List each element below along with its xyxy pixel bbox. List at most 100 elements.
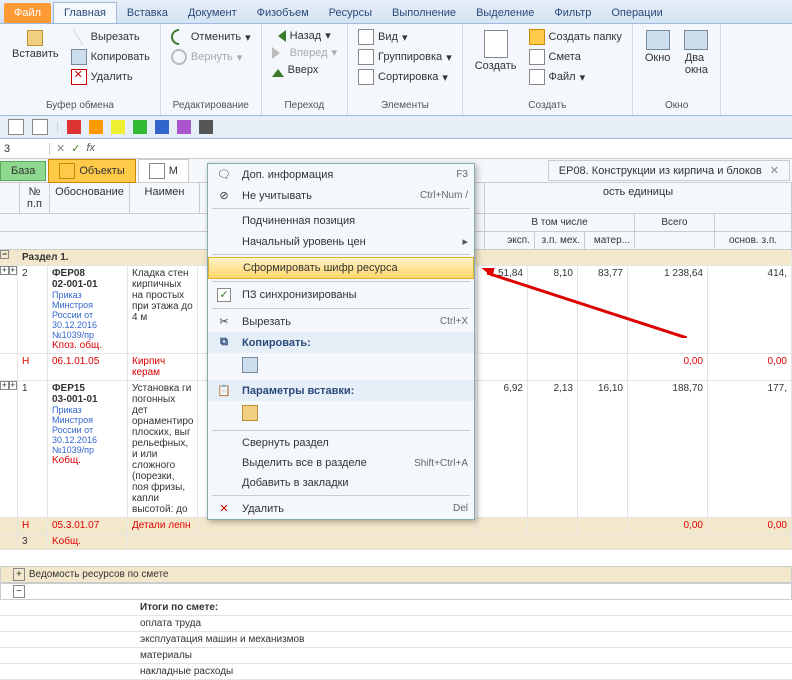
- file-icon: [529, 69, 545, 85]
- cancel-icon[interactable]: ✕: [56, 142, 65, 155]
- menu-select-all[interactable]: Выделить все в разделеShift+Ctrl+A: [208, 453, 474, 473]
- expand-icon[interactable]: +: [0, 381, 9, 390]
- col-name: Наимен: [130, 183, 200, 213]
- create-button[interactable]: Создать: [471, 28, 521, 86]
- folder-icon: [59, 163, 75, 179]
- fx-icon[interactable]: fx: [86, 142, 95, 155]
- menu-filter[interactable]: Фильтр: [544, 3, 601, 23]
- tab-base[interactable]: База: [0, 161, 46, 181]
- forward-button[interactable]: Вперед ▾: [270, 45, 339, 60]
- flag-orange[interactable]: [89, 120, 103, 134]
- flag-blue[interactable]: [155, 120, 169, 134]
- expand-icon[interactable]: +: [9, 381, 18, 390]
- menu-form-cipher[interactable]: Сформировать шифр ресурса: [208, 257, 474, 279]
- close-icon[interactable]: ✕: [770, 164, 779, 177]
- expand-icon[interactable]: +: [0, 266, 9, 275]
- menu-delete[interactable]: ✕УдалитьDel: [208, 498, 474, 519]
- menu-copy-header: ⧉Копировать:: [208, 332, 474, 353]
- group-icon: [358, 49, 374, 65]
- menu-main[interactable]: Главная: [53, 2, 117, 23]
- group-label: Создать: [471, 98, 624, 111]
- menu-phys[interactable]: Физобъем: [247, 3, 319, 23]
- summary-row: эксплуатация машин и механизмов: [0, 632, 792, 648]
- redo-button[interactable]: Вернуть ▾: [169, 48, 253, 66]
- tab-m[interactable]: М: [138, 159, 189, 183]
- expand-icon[interactable]: +: [9, 266, 18, 275]
- qat-icon[interactable]: [8, 119, 24, 135]
- menu-collapse[interactable]: Свернуть раздел: [208, 433, 474, 453]
- menu-info[interactable]: 🗨Доп. информацияF3: [208, 164, 474, 185]
- menu-sel[interactable]: Выделение: [466, 3, 544, 23]
- tab-objects[interactable]: Объекты: [48, 159, 135, 183]
- table-row[interactable]: Н 05.3.01.07 Детали лепн 0,00 0,00: [0, 518, 792, 534]
- up-icon: [272, 63, 284, 77]
- accept-icon[interactable]: ✓: [71, 142, 80, 155]
- menu-res[interactable]: Ресурсы: [319, 3, 382, 23]
- menu-file[interactable]: Файл: [4, 3, 51, 23]
- delete-button[interactable]: Удалить: [69, 68, 152, 86]
- delete-icon: ✕: [214, 502, 234, 515]
- menu-paste-params: 📋Параметры вставки:: [208, 380, 474, 401]
- sort-icon: [358, 69, 374, 85]
- table-row[interactable]: 3 Kобщ.: [0, 534, 792, 550]
- group-label: Окно: [641, 98, 713, 111]
- forward-icon: [272, 47, 286, 59]
- up-button[interactable]: Вверх: [270, 62, 339, 78]
- sort-button[interactable]: Сортировка ▾: [356, 68, 454, 86]
- paste-button[interactable]: Вставить: [8, 28, 63, 86]
- cut-button[interactable]: Вырезать: [69, 28, 152, 46]
- menu-copy-option[interactable]: [208, 353, 474, 380]
- summary-header[interactable]: +Ведомость ресурсов по смете: [0, 566, 792, 583]
- col-base: Обоснование: [50, 183, 130, 213]
- flag-purple[interactable]: [177, 120, 191, 134]
- menu-sync[interactable]: ✓ПЗ синхронизированы: [208, 284, 474, 306]
- redo-icon: [168, 46, 191, 69]
- menu-price-level[interactable]: Начальный уровень цен▸: [208, 231, 474, 252]
- list-icon: [358, 29, 374, 45]
- flag-yellow[interactable]: [111, 120, 125, 134]
- summary-panel: +Ведомость ресурсов по смете − Итоги по …: [0, 566, 792, 680]
- file-button[interactable]: Файл ▾: [527, 68, 624, 86]
- cut-icon: ✂: [214, 315, 234, 328]
- menu-skip[interactable]: ⊘Не учитыватьCtrl+Num /: [208, 185, 474, 206]
- menu-bookmark[interactable]: Добавить в закладки: [208, 473, 474, 493]
- menu-doc[interactable]: Документ: [178, 3, 247, 23]
- undo-icon: [168, 26, 191, 49]
- summary-title: Итоги по смете:: [0, 600, 792, 616]
- tab-fer08[interactable]: ЕР08. Конструкции из кирпича и блоков✕: [548, 160, 790, 181]
- doc-icon: [149, 163, 165, 179]
- view-button[interactable]: Вид ▾: [356, 28, 454, 46]
- paste-icon: 📋: [214, 384, 234, 397]
- menu-exec[interactable]: Выполнение: [382, 3, 466, 23]
- col-npp: № п.п: [20, 183, 50, 213]
- menu-paste-option[interactable]: [208, 401, 474, 428]
- group-button[interactable]: Группировка ▾: [356, 48, 454, 66]
- ribbon: Вставить Вырезать Копировать Удалить Буф…: [0, 24, 792, 116]
- skip-icon: ⊘: [214, 189, 234, 202]
- info-icon: 🗨: [214, 168, 234, 181]
- menu-bar: Файл Главная Вставка Документ Физобъем Р…: [0, 0, 792, 24]
- back-icon: [272, 30, 286, 42]
- flag-green[interactable]: [133, 120, 147, 134]
- back-button[interactable]: Назад ▾: [270, 28, 339, 43]
- group-label: Редактирование: [169, 98, 253, 111]
- two-windows-button[interactable]: Два окна: [680, 28, 712, 78]
- estimate-button[interactable]: Смета: [527, 48, 624, 66]
- menu-sub[interactable]: Подчиненная позиция: [208, 211, 474, 231]
- menu-cut[interactable]: ✂ВырезатьCtrl+X: [208, 311, 474, 332]
- mkdir-button[interactable]: Создать папку: [527, 28, 624, 46]
- qat-icon[interactable]: [32, 119, 48, 135]
- cell-address[interactable]: 3: [0, 143, 50, 155]
- flag-black[interactable]: [199, 120, 213, 134]
- copy-button[interactable]: Копировать: [69, 48, 152, 66]
- flag-red[interactable]: [67, 120, 81, 134]
- summary-row: накладные расходы: [0, 664, 792, 680]
- menu-ops[interactable]: Операции: [601, 3, 672, 23]
- delete-icon: [71, 69, 87, 85]
- window-button[interactable]: Окно: [641, 28, 675, 78]
- undo-button[interactable]: Отменить ▾: [169, 28, 253, 46]
- menu-insert[interactable]: Вставка: [117, 3, 178, 23]
- col-cost: ость единицы: [485, 183, 792, 213]
- collapse-icon[interactable]: −: [0, 250, 9, 259]
- summary-row: материалы: [0, 648, 792, 664]
